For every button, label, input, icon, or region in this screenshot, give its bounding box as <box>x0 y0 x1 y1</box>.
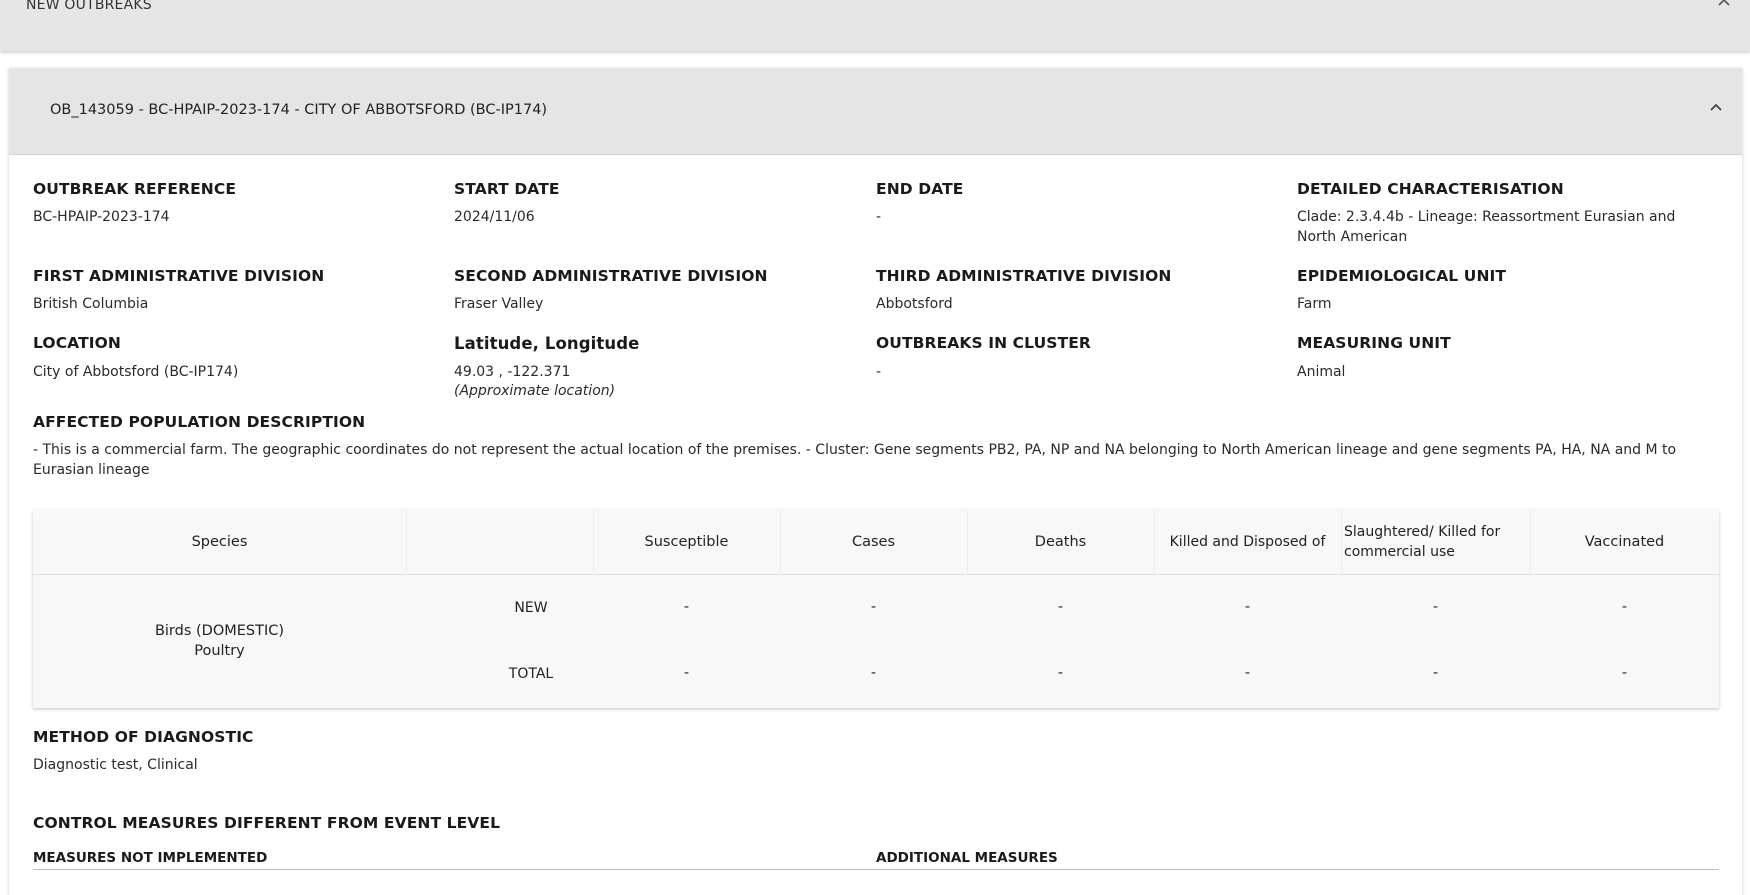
new-outbreaks-header[interactable]: NEW OUTBREAKS <box>0 0 1750 51</box>
affected-population-label: AFFECTED POPULATION DESCRIPTION <box>33 413 366 431</box>
affected-population-value: - This is a commercial farm. The geograp… <box>33 442 1677 478</box>
location-value: City of Abbotsford (BC-IP174) <box>33 364 239 380</box>
start-date-value: 2024/11/06 <box>454 209 535 225</box>
approximate-location-note: (Approximate location) <box>454 383 616 399</box>
diagnostic-label: METHOD OF DIAGNOSTIC <box>33 728 254 746</box>
deaths-header: Deaths <box>1034 534 1087 550</box>
vaccinated-header: Vaccinated <box>1584 534 1665 550</box>
total-cases: - <box>870 665 877 681</box>
slaughtered-header: Slaughtered/ Killed for commercial use <box>1344 524 1501 560</box>
species-header: Species <box>191 534 248 550</box>
second-admin-label: SECOND ADMINISTRATIVE DIVISION <box>454 267 768 285</box>
outbreak-reference-value: BC-HPAIP-2023-174 <box>33 209 170 225</box>
outbreak-reference-label: OUTBREAK REFERENCE <box>33 180 237 198</box>
lat-long-label: Latitude, Longitude <box>454 334 640 353</box>
start-date-label: START DATE <box>454 180 560 198</box>
detailed-characterisation-value: Clade: 2.3.4.4b - Lineage: Reassortment … <box>1297 209 1676 245</box>
first-admin-value: British Columbia <box>33 296 149 312</box>
new-deaths: - <box>1057 599 1064 615</box>
total-susceptible: - <box>683 665 690 681</box>
cases-header: Cases <box>851 534 896 550</box>
killed-header: Killed and Disposed of <box>1169 534 1326 550</box>
end-date-label: END DATE <box>876 180 964 198</box>
new-outbreaks-title: NEW OUTBREAKS <box>26 0 152 13</box>
control-measures-label: CONTROL MEASURES DIFFERENT FROM EVENT LE… <box>33 814 501 832</box>
total-killed: - <box>1244 665 1251 681</box>
outbreaks-in-cluster-label: OUTBREAKS IN CLUSTER <box>876 334 1091 352</box>
new-killed: - <box>1244 599 1251 615</box>
epi-unit-label: EPIDEMIOLOGICAL UNIT <box>1297 267 1507 285</box>
detailed-characterisation-label: DETAILED CHARACTERISATION <box>1297 180 1564 198</box>
third-admin-label: THIRD ADMINISTRATIVE DIVISION <box>876 267 1172 285</box>
chevron-up-icon[interactable] <box>1708 100 1724 114</box>
lat-long-value: 49.03 , -122.371 <box>454 364 571 380</box>
measures-divider <box>33 869 1719 870</box>
species-name: Birds (DOMESTIC) <box>154 623 285 639</box>
measures-not-implemented-label: MEASURES NOT IMPLEMENTED <box>33 850 268 866</box>
second-admin-value: Fraser Valley <box>454 296 544 312</box>
third-admin-value: Abbotsford <box>876 296 953 312</box>
total-slaughtered: - <box>1432 665 1439 681</box>
new-cases: - <box>870 599 877 615</box>
measuring-unit-label: MEASURING UNIT <box>1297 334 1451 352</box>
outbreaks-in-cluster-value: - <box>876 364 882 380</box>
diagnostic-value: Diagnostic test, Clinical <box>33 757 198 773</box>
outbreak-panel-header[interactable]: OB_143059 - BC-HPAIP-2023-174 - CITY OF … <box>9 68 1742 155</box>
total-deaths: - <box>1057 665 1064 681</box>
table-header-row: Species Susceptible Cases Deaths Killed … <box>33 510 1719 575</box>
susceptible-header: Susceptible <box>644 534 729 550</box>
outbreak-panel-title: OB_143059 - BC-HPAIP-2023-174 - CITY OF … <box>50 102 548 118</box>
location-label: LOCATION <box>33 334 121 352</box>
species-subname: Poultry <box>194 643 245 659</box>
species-table: Species Susceptible Cases Deaths Killed … <box>33 510 1719 708</box>
measuring-unit-value: Animal <box>1297 364 1346 380</box>
total-vaccinated: - <box>1621 665 1628 681</box>
new-vaccinated: - <box>1621 599 1628 615</box>
additional-measures-label: ADDITIONAL MEASURES <box>876 850 1058 866</box>
epi-unit-value: Farm <box>1297 296 1332 312</box>
new-slaughtered: - <box>1432 599 1439 615</box>
new-susceptible: - <box>683 599 690 615</box>
first-admin-label: FIRST ADMINISTRATIVE DIVISION <box>33 267 325 285</box>
end-date-value: - <box>876 209 882 225</box>
chevron-up-icon[interactable] <box>1716 0 1732 10</box>
